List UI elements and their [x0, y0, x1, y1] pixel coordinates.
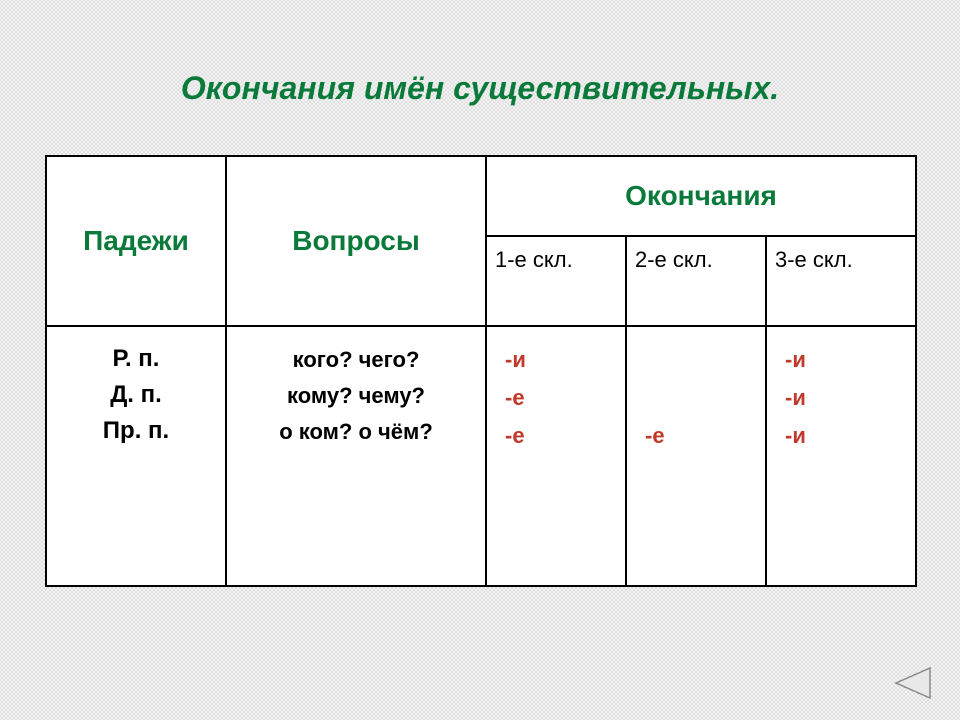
case-prepositional: Пр. п. — [47, 417, 225, 445]
decl3-genitive: -и — [785, 347, 915, 375]
decl2-genitive — [645, 347, 765, 375]
decl1-cell: -и -е -е — [486, 326, 626, 586]
cases-cell: Р. п. Д. п. Пр. п. — [46, 326, 226, 586]
case-genitive: Р. п. — [47, 345, 225, 373]
table: Падежи Вопросы Окончания 1-е скл. 2-е ск… — [45, 155, 917, 587]
decl1-dative: -е — [505, 385, 625, 413]
questions-cell: кого? чего? кому? чему? о ком? о чём? — [226, 326, 486, 586]
decl3-dative: -и — [785, 385, 915, 413]
noun-endings-table: Падежи Вопросы Окончания 1-е скл. 2-е ск… — [45, 155, 915, 587]
decl3-cell: -и -и -и — [766, 326, 916, 586]
subheader-decl-3: 3-е скл. — [766, 236, 916, 326]
case-dative: Д. п. — [47, 381, 225, 409]
arrow-left-icon — [892, 666, 932, 700]
header-row-1: Падежи Вопросы Окончания — [46, 156, 916, 236]
question-genitive: кого? чего? — [227, 347, 485, 373]
header-questions: Вопросы — [226, 156, 486, 326]
decl3-prepositional: -и — [785, 423, 915, 451]
decl2-cell: -е — [626, 326, 766, 586]
question-prepositional: о ком? о чём? — [227, 419, 485, 445]
header-endings: Окончания — [486, 156, 916, 236]
page-title: Окончания имён существительных. — [0, 0, 960, 107]
decl1-genitive: -и — [505, 347, 625, 375]
back-button[interactable] — [892, 666, 932, 700]
decl2-prepositional: -е — [645, 423, 765, 451]
decl2-dative — [645, 385, 765, 413]
table-row: Р. п. Д. п. Пр. п. кого? чего? кому? чем… — [46, 326, 916, 586]
subheader-decl-2: 2-е скл. — [626, 236, 766, 326]
subheader-decl-1: 1-е скл. — [486, 236, 626, 326]
question-dative: кому? чему? — [227, 383, 485, 409]
header-cases: Падежи — [46, 156, 226, 326]
decl1-prepositional: -е — [505, 423, 625, 451]
